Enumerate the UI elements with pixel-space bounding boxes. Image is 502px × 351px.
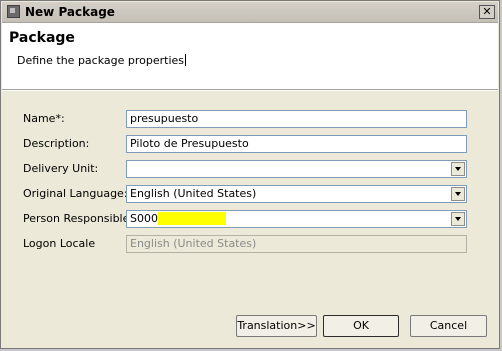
translation-button[interactable]: Translation>> xyxy=(236,315,317,337)
page-title: Package xyxy=(9,30,75,46)
ok-button[interactable]: OK xyxy=(323,315,399,337)
close-button[interactable]: ✕ xyxy=(479,5,495,19)
delivery-unit-select[interactable] xyxy=(126,160,467,178)
page-description: Define the package properties xyxy=(17,54,187,67)
description-label: Description: xyxy=(23,137,90,150)
new-package-dialog: New Package ✕ Package Define the package… xyxy=(0,0,500,349)
original-language-select[interactable]: English (United States) xyxy=(126,185,467,203)
original-language-dropdown-icon[interactable] xyxy=(451,187,465,201)
header-separator xyxy=(2,90,498,91)
logon-locale-label: Logon Locale xyxy=(23,237,96,250)
person-responsible-dropdown-icon[interactable] xyxy=(451,212,465,226)
dialog-header: Package Define the package properties xyxy=(2,23,498,90)
name-label: Name*: xyxy=(23,112,65,125)
description-text: Define the package properties xyxy=(17,54,185,67)
delivery-unit-dropdown-icon[interactable] xyxy=(451,162,465,176)
original-language-label: Original Language: xyxy=(23,187,128,200)
name-input[interactable]: presupuesto xyxy=(126,110,467,128)
person-responsible-value: S000 xyxy=(130,212,158,225)
person-responsible-select[interactable]: S000XXXXXXXXX xyxy=(126,210,467,228)
logon-locale-field: English (United States) xyxy=(126,235,467,253)
title-bar[interactable]: New Package ✕ xyxy=(2,2,498,23)
window-title: New Package xyxy=(25,5,115,19)
original-language-value: English (United States) xyxy=(130,187,257,200)
description-input[interactable]: Piloto de Presupuesto xyxy=(126,135,467,153)
person-responsible-label: Person Responsible: xyxy=(23,212,134,225)
cancel-button[interactable]: Cancel xyxy=(410,315,487,337)
redacted-highlight: XXXXXXXXX xyxy=(157,212,226,225)
delivery-unit-label: Delivery Unit: xyxy=(23,162,99,175)
text-caret xyxy=(185,54,187,66)
package-icon xyxy=(7,5,20,18)
